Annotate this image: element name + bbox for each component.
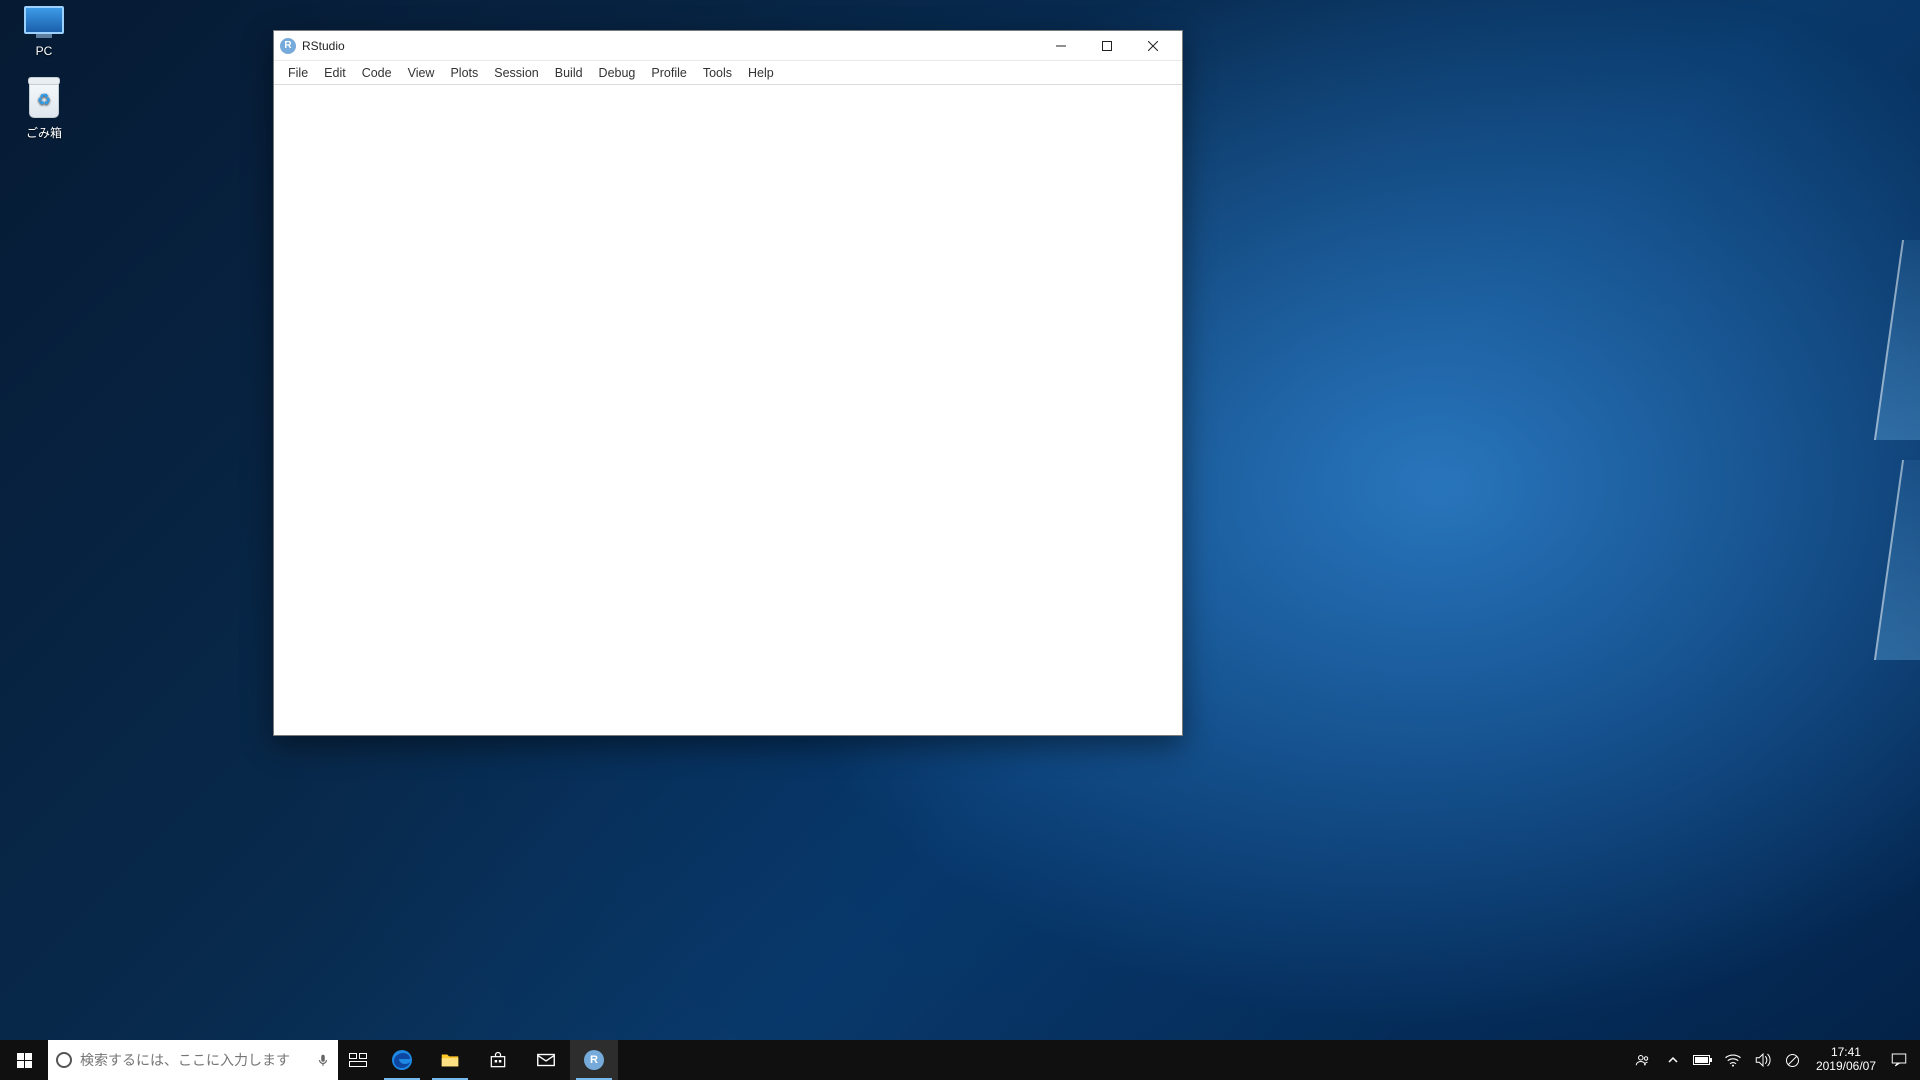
desktop-icon-recycle-bin[interactable]: ごみ箱 bbox=[6, 82, 82, 141]
desktop-icon-label: PC bbox=[6, 44, 82, 58]
close-icon bbox=[1148, 41, 1158, 51]
menu-code[interactable]: Code bbox=[354, 64, 400, 82]
menu-file[interactable]: File bbox=[280, 64, 316, 82]
folder-icon bbox=[439, 1049, 461, 1071]
taskbar-item-rstudio[interactable]: R bbox=[570, 1040, 618, 1080]
store-icon bbox=[488, 1050, 508, 1070]
menu-view[interactable]: View bbox=[400, 64, 443, 82]
taskbar-item-edge[interactable] bbox=[378, 1040, 426, 1080]
taskbar-item-store[interactable] bbox=[474, 1040, 522, 1080]
task-view-button[interactable] bbox=[338, 1040, 378, 1080]
windows-logo-icon bbox=[17, 1053, 32, 1068]
tray-overflow[interactable] bbox=[1658, 1055, 1688, 1065]
menu-profile[interactable]: Profile bbox=[643, 64, 694, 82]
window-title: RStudio bbox=[302, 39, 345, 53]
window-controls bbox=[1038, 31, 1176, 61]
menu-debug[interactable]: Debug bbox=[591, 64, 644, 82]
maximize-icon bbox=[1102, 41, 1112, 51]
menu-plots[interactable]: Plots bbox=[442, 64, 486, 82]
battery-icon bbox=[1693, 1054, 1713, 1066]
start-button[interactable] bbox=[0, 1040, 48, 1080]
rstudio-client-area[interactable] bbox=[274, 85, 1182, 735]
task-items: R bbox=[378, 1040, 618, 1080]
mail-icon bbox=[535, 1049, 557, 1071]
taskbar-item-mail[interactable] bbox=[522, 1040, 570, 1080]
clock-time: 17:41 bbox=[1831, 1046, 1861, 1060]
wifi-icon bbox=[1724, 1053, 1742, 1067]
microphone-icon[interactable] bbox=[316, 1053, 330, 1067]
menu-build[interactable]: Build bbox=[547, 64, 591, 82]
tray-blocked[interactable] bbox=[1778, 1053, 1808, 1068]
desktop-icon-pc[interactable]: PC bbox=[6, 6, 82, 58]
volume-icon bbox=[1754, 1052, 1772, 1068]
wallpaper-light bbox=[1140, 180, 1460, 680]
tray-wifi[interactable] bbox=[1718, 1053, 1748, 1067]
clock-date: 2019/06/07 bbox=[1816, 1060, 1876, 1074]
search-input[interactable] bbox=[80, 1052, 308, 1068]
people-icon bbox=[1634, 1051, 1652, 1069]
task-view-icon bbox=[349, 1053, 367, 1067]
desktop-icon-label: ごみ箱 bbox=[6, 124, 82, 141]
rstudio-icon: R bbox=[584, 1050, 604, 1070]
maximize-button[interactable] bbox=[1084, 31, 1130, 61]
chevron-up-icon bbox=[1668, 1055, 1678, 1065]
taskbar-item-file-explorer[interactable] bbox=[426, 1040, 474, 1080]
desktop[interactable]: PC ごみ箱 R RStudio File Edit Co bbox=[0, 0, 1920, 1080]
taskbar: R 17:41 2019/06/07 bbox=[0, 1040, 1920, 1080]
tray-people[interactable] bbox=[1628, 1051, 1658, 1069]
menubar: File Edit Code View Plots Session Build … bbox=[274, 61, 1182, 85]
taskbar-search[interactable] bbox=[48, 1040, 338, 1080]
system-tray: 17:41 2019/06/07 bbox=[1628, 1040, 1920, 1080]
action-center-icon bbox=[1890, 1051, 1908, 1069]
taskbar-clock[interactable]: 17:41 2019/06/07 bbox=[1808, 1046, 1884, 1074]
tray-battery[interactable] bbox=[1688, 1054, 1718, 1066]
tray-volume[interactable] bbox=[1748, 1052, 1778, 1068]
menu-tools[interactable]: Tools bbox=[695, 64, 740, 82]
titlebar[interactable]: R RStudio bbox=[274, 31, 1182, 61]
rstudio-window: R RStudio File Edit Code View Plots Sess… bbox=[273, 30, 1183, 736]
edge-icon bbox=[390, 1048, 414, 1072]
blocked-icon bbox=[1785, 1053, 1800, 1068]
close-button[interactable] bbox=[1130, 31, 1176, 61]
cortana-icon bbox=[56, 1052, 72, 1068]
pc-icon bbox=[6, 6, 82, 40]
menu-help[interactable]: Help bbox=[740, 64, 782, 82]
rstudio-app-icon: R bbox=[280, 38, 296, 54]
minimize-button[interactable] bbox=[1038, 31, 1084, 61]
action-center-button[interactable] bbox=[1884, 1051, 1914, 1069]
menu-session[interactable]: Session bbox=[486, 64, 546, 82]
menu-edit[interactable]: Edit bbox=[316, 64, 354, 82]
recycle-bin-icon bbox=[6, 82, 82, 120]
minimize-icon bbox=[1056, 41, 1066, 51]
